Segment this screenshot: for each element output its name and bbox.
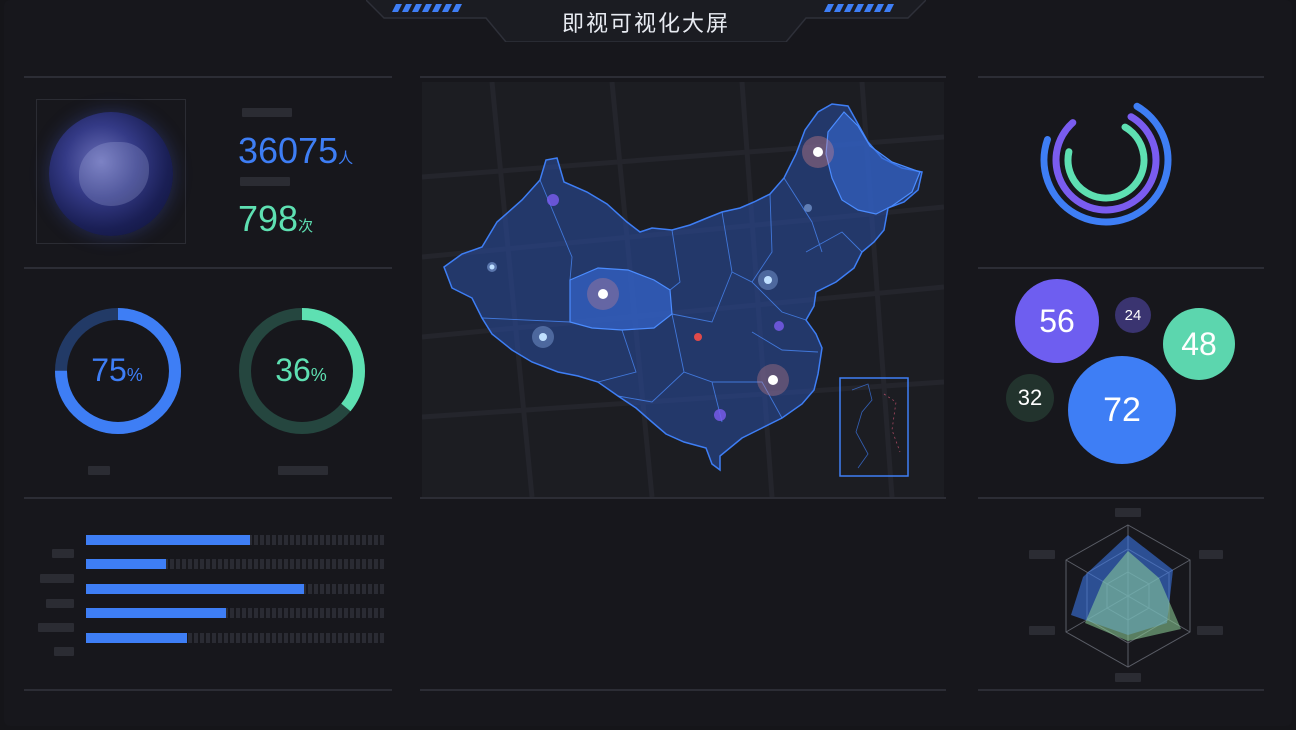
people-stat: 36075人: [238, 130, 353, 172]
stat-label-placeholder: [242, 108, 292, 117]
radar-label-placeholder: [1197, 626, 1223, 635]
bar-label-placeholder: [40, 574, 74, 583]
concentric-arc: [1052, 106, 1160, 214]
radar-label-placeholder: [1029, 550, 1055, 559]
bubble-value: 48: [1181, 325, 1217, 362]
bubble: 48: [1163, 308, 1235, 380]
bubble: 56: [1015, 279, 1099, 363]
china-map[interactable]: [422, 82, 944, 497]
globe-panel: [36, 99, 186, 244]
divider: [420, 76, 946, 78]
bubble-value: 24: [1124, 306, 1142, 324]
bubble-chart: 56 24 48 32 72: [990, 270, 1250, 470]
times-unit: 次: [298, 217, 314, 235]
concentric-ring-chart: [1040, 94, 1172, 226]
ring2-suffix: %: [310, 365, 327, 385]
bar-fill: [86, 608, 227, 618]
bubble: 24: [1115, 297, 1151, 333]
divider: [24, 689, 392, 691]
radar-label-placeholder: [1115, 508, 1141, 517]
people-value: 36075: [238, 130, 339, 171]
divider: [978, 267, 1264, 269]
globe-icon: [49, 112, 173, 236]
bar-label-placeholder: [46, 599, 74, 608]
divider: [24, 497, 392, 499]
people-unit: 人: [338, 149, 354, 167]
ring1-label: 75%: [52, 352, 182, 389]
stat-label-placeholder: [240, 177, 290, 186]
bar-label-placeholder: [38, 623, 74, 632]
divider: [420, 497, 946, 499]
times-value: 798: [238, 198, 299, 239]
bar-fill: [86, 559, 167, 569]
ring1-caption-placeholder: [88, 466, 110, 475]
bubble-value: 32: [1017, 385, 1043, 410]
divider: [978, 76, 1264, 78]
bar-fill: [86, 584, 304, 594]
times-stat: 798次: [238, 198, 313, 240]
map-panel[interactable]: [422, 82, 944, 497]
bar-chart-panel: [36, 530, 386, 660]
header: 即视可视化大屏: [365, 0, 927, 43]
bar-fill: [86, 633, 188, 643]
ring1-value: 75: [91, 352, 127, 388]
bubble: 32: [1006, 374, 1054, 422]
ring2-value: 36: [275, 352, 311, 388]
ring2-caption-placeholder: [278, 466, 328, 475]
radar-label-placeholder: [1199, 550, 1223, 559]
divider: [24, 76, 392, 78]
radar-label-placeholder: [1029, 626, 1055, 635]
bar-label-placeholder: [52, 549, 74, 558]
radar-label-placeholder: [1115, 673, 1141, 682]
bubble-value: 72: [1103, 390, 1141, 429]
bubble-value: 56: [1039, 302, 1075, 339]
page-title: 即视可视化大屏: [561, 12, 730, 37]
map-south-sea-inset: [839, 377, 909, 477]
bar-label-placeholder: [54, 647, 74, 656]
divider: [24, 267, 392, 269]
divider: [978, 497, 1264, 499]
radar-chart: [1065, 524, 1191, 668]
divider: [978, 689, 1264, 691]
divider: [420, 689, 946, 691]
radar-chart-panel: [1025, 505, 1230, 685]
ring2-label: 36%: [236, 352, 366, 389]
bar-fill: [86, 535, 250, 545]
bubble: 72: [1068, 356, 1176, 464]
ring1-suffix: %: [126, 365, 143, 385]
